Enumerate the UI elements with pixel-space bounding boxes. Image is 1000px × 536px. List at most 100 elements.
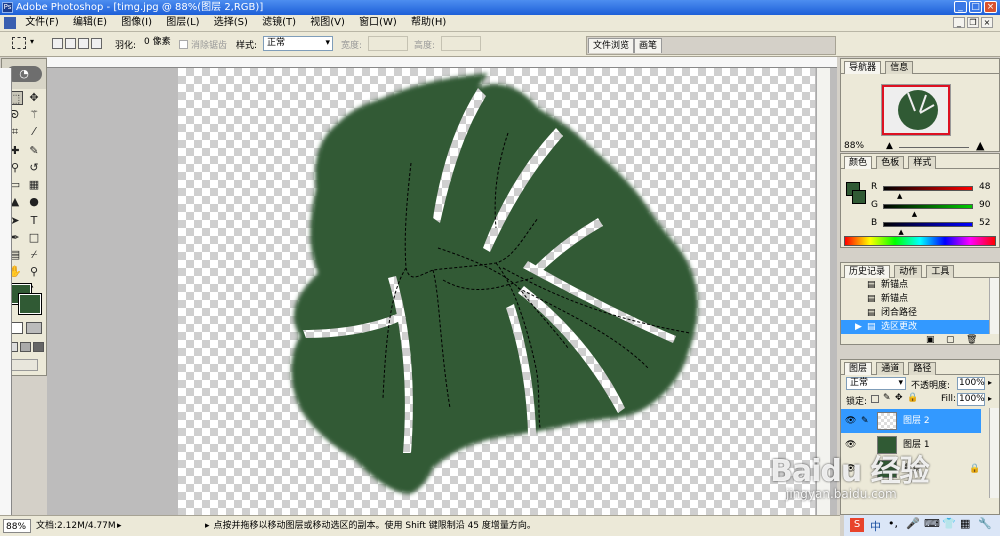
tab-history[interactable]: 历史记录 [844, 265, 891, 278]
g-value[interactable]: 90 [979, 200, 997, 210]
zoom-out-icon[interactable]: ▲ [886, 141, 893, 151]
menu-select[interactable]: 选择(S) [214, 15, 248, 31]
marquee-tool-icon[interactable] [12, 37, 26, 49]
new-selection-button[interactable] [52, 38, 63, 49]
history-item[interactable]: ▤ 新锚点 [841, 278, 989, 292]
tab-tools[interactable]: 工具 [926, 265, 955, 278]
b-slider[interactable] [883, 222, 973, 227]
g-slider[interactable] [883, 204, 973, 209]
lock-transparency-icon[interactable] [871, 395, 879, 403]
zoom-slider[interactable] [899, 147, 969, 148]
navigator-thumbnail[interactable] [881, 84, 951, 136]
sogou-icon[interactable]: S [850, 518, 864, 532]
tab-swatches[interactable]: 色板 [876, 156, 905, 169]
color-ramp[interactable] [844, 236, 996, 246]
background-color-swatch[interactable] [18, 293, 42, 315]
lock-all-icon[interactable]: 🔒 [907, 393, 918, 403]
r-slider-thumb[interactable]: ▲ [897, 192, 902, 200]
subtract-selection-button[interactable] [78, 38, 89, 49]
tab-navigator[interactable]: 导航器 [844, 61, 882, 74]
add-selection-button[interactable] [65, 38, 76, 49]
tab-actions[interactable]: 动作 [894, 265, 923, 278]
magic-wand-icon[interactable]: ⚚ [26, 108, 42, 122]
keyboard-icon[interactable]: ⌨ [924, 517, 940, 530]
lock-pixels-icon[interactable]: ✎ [883, 393, 891, 403]
view-box[interactable] [882, 85, 950, 135]
doc-restore-button[interactable]: ❐ [967, 17, 979, 28]
new-document-from-state-icon[interactable]: ▣ [926, 335, 935, 345]
maximize-button[interactable]: □ [969, 1, 982, 13]
minimize-button[interactable]: _ [954, 1, 967, 13]
doc-minimize-button[interactable]: _ [953, 17, 965, 28]
menu-filter[interactable]: 滤镜(T) [262, 15, 296, 31]
history-item[interactable]: ▤ 闭合路径 [841, 306, 989, 320]
new-snapshot-icon[interactable]: ▢ [946, 335, 955, 345]
wrench-icon[interactable]: 🔧 [978, 517, 992, 530]
move-icon[interactable]: ✥ [26, 91, 42, 105]
tab-channels[interactable]: 通道 [876, 362, 905, 375]
menu-window[interactable]: 窗口(W) [359, 15, 397, 31]
menu-image[interactable]: 图像(I) [121, 15, 152, 31]
tab-color[interactable]: 颜色 [844, 156, 873, 169]
history-scrollbar[interactable] [989, 278, 999, 334]
tab-styles[interactable]: 样式 [908, 156, 937, 169]
eyedropper-icon[interactable]: ⌿ [26, 248, 42, 262]
jump-to-imageready-icon[interactable] [10, 359, 38, 371]
tab-file-browser[interactable]: 文件浏览 [588, 38, 635, 53]
menu-layer[interactable]: 图层(L) [166, 15, 199, 31]
fill-input[interactable]: 100% [957, 393, 985, 406]
image-canvas[interactable] [178, 68, 815, 515]
screen-mode-full-icon[interactable] [33, 342, 44, 352]
navigator-zoom[interactable]: 88% [844, 141, 864, 151]
style-select[interactable]: 正常 ▾ [263, 36, 333, 51]
zoom-icon[interactable]: ⚲ [26, 265, 42, 279]
layers-scrollbar[interactable] [989, 408, 999, 498]
g-slider-thumb[interactable]: ▲ [912, 210, 917, 218]
eye-icon[interactable]: 👁 [845, 409, 856, 433]
delete-state-icon[interactable]: 🗑 [966, 335, 977, 345]
doc-info-arrow-icon[interactable]: ▸ [117, 519, 122, 533]
r-slider[interactable] [883, 186, 973, 191]
shape-icon[interactable]: □ [26, 231, 42, 245]
zoom-field[interactable]: 88% [3, 519, 31, 533]
opacity-input[interactable]: 100% [957, 377, 985, 390]
tab-info[interactable]: 信息 [885, 61, 914, 74]
width-input[interactable] [368, 36, 408, 51]
antialias-checkbox[interactable] [179, 40, 188, 49]
gradient-icon[interactable]: ▦ [26, 178, 42, 192]
opacity-arrow-icon[interactable]: ▸ [988, 378, 992, 387]
menu-edit[interactable]: 编辑(E) [73, 15, 107, 31]
zoom-in-icon[interactable]: ▲ [976, 139, 984, 152]
slice-icon[interactable]: ⁄ [26, 125, 42, 139]
color-bg-swatch[interactable] [852, 190, 866, 204]
close-button[interactable]: × [984, 1, 997, 13]
punctuation-icon[interactable]: •, [888, 517, 898, 530]
dodge-icon[interactable]: ● [26, 195, 42, 209]
history-item-current[interactable]: ▶ ▤ 选区更改 [841, 320, 989, 334]
feather-input[interactable]: 0 像素 [141, 36, 177, 51]
r-value[interactable]: 48 [979, 182, 997, 192]
tool-preset-dropdown-icon[interactable]: ▾ [30, 37, 34, 46]
lock-position-icon[interactable]: ✥ [895, 393, 903, 403]
fill-arrow-icon[interactable]: ▸ [988, 394, 992, 403]
brush-link-icon[interactable]: ✎ [861, 409, 869, 433]
tab-paths[interactable]: 路径 [908, 362, 937, 375]
menu-view[interactable]: 视图(V) [310, 15, 345, 31]
microphone-icon[interactable]: 🎤 [906, 517, 920, 530]
brush-icon[interactable]: ✎ [26, 144, 42, 158]
type-icon[interactable]: T [26, 214, 42, 228]
doc-close-button[interactable]: × [981, 17, 993, 28]
tab-brushes[interactable]: 画笔 [634, 38, 663, 53]
history-brush-icon[interactable]: ↺ [26, 161, 42, 175]
user-icon[interactable]: 👕 [942, 517, 956, 530]
skin-icon[interactable]: ▦ [960, 517, 970, 530]
screen-mode-menubar-icon[interactable] [20, 342, 31, 352]
history-item[interactable]: ▤ 新锚点 [841, 292, 989, 306]
tab-layers[interactable]: 图层 [844, 362, 873, 375]
intersect-selection-button[interactable] [91, 38, 102, 49]
b-value[interactable]: 52 [979, 218, 997, 228]
height-input[interactable] [441, 36, 481, 51]
b-slider-thumb[interactable]: ▲ [898, 228, 903, 236]
layer-row-selected[interactable]: 👁 ✎ 图层 2 [841, 409, 981, 433]
menu-file[interactable]: 文件(F) [25, 15, 59, 31]
